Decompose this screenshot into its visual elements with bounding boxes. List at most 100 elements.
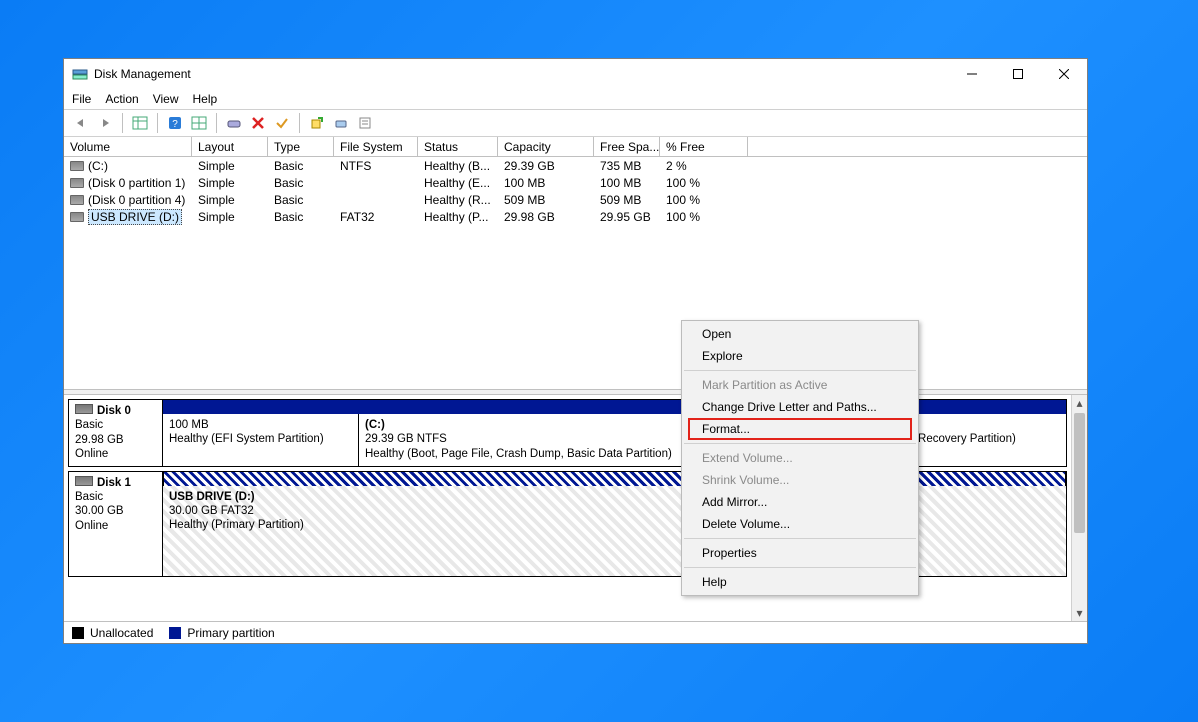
volume-pct: 100 % (660, 193, 748, 207)
disk-graphical-view: Disk 0 Basic 29.98 GB Online 100 MB Heal… (64, 395, 1087, 621)
legend-primary: Primary partition (169, 626, 274, 640)
ctx-shrink: Shrink Volume... (682, 469, 918, 491)
volume-status: Healthy (E... (418, 176, 498, 190)
menubar: File Action View Help (64, 89, 1087, 109)
volume-layout: Simple (192, 176, 268, 190)
partition-band (163, 400, 1066, 414)
scroll-up-icon[interactable]: ▴ (1072, 395, 1087, 411)
volume-status: Healthy (B... (418, 159, 498, 173)
view-columns-icon[interactable] (129, 112, 151, 134)
ctx-separator (684, 443, 916, 444)
minimize-button[interactable] (949, 59, 995, 89)
ctx-format-highlighted[interactable]: Format... (688, 418, 912, 440)
partition-size: 30.00 GB FAT32 (169, 504, 1060, 518)
delete-icon[interactable] (247, 112, 269, 134)
view-grid-icon[interactable] (188, 112, 210, 134)
volume-pct: 100 % (660, 210, 748, 224)
ctx-separator (684, 370, 916, 371)
volume-name: (Disk 0 partition 4) (88, 193, 185, 207)
volume-capacity: 100 MB (498, 176, 594, 190)
toolbar-separator (157, 113, 158, 133)
volume-layout: Simple (192, 210, 268, 224)
volume-name: USB DRIVE (D:) (88, 209, 182, 225)
volume-status: Healthy (P... (418, 210, 498, 224)
partition-title: USB DRIVE (D:) (169, 491, 255, 503)
volume-type: Basic (268, 210, 334, 224)
volume-type: Basic (268, 193, 334, 207)
partition[interactable]: 100 MB Healthy (EFI System Partition) (163, 414, 359, 466)
volume-capacity: 29.98 GB (498, 210, 594, 224)
disk-size: 29.98 GB (75, 433, 156, 447)
ctx-add-mirror[interactable]: Add Mirror... (682, 491, 918, 513)
disk-icon (75, 404, 93, 414)
volume-row-selected[interactable]: USB DRIVE (D:) Simple Basic FAT32 Health… (64, 208, 1087, 225)
ctx-separator (684, 538, 916, 539)
maximize-button[interactable] (995, 59, 1041, 89)
volume-row[interactable]: (Disk 0 partition 1) Simple Basic Health… (64, 174, 1087, 191)
ctx-mark-active: Mark Partition as Active (682, 374, 918, 396)
help-icon[interactable]: ? (164, 112, 186, 134)
scroll-thumb[interactable] (1074, 413, 1085, 533)
legend-unallocated: Unallocated (72, 626, 153, 640)
volume-pct: 2 % (660, 159, 748, 173)
volume-icon (70, 161, 84, 171)
properties-icon[interactable] (354, 112, 376, 134)
titlebar: Disk Management (64, 59, 1087, 89)
volume-row[interactable]: (Disk 0 partition 4) Simple Basic Health… (64, 191, 1087, 208)
ctx-properties[interactable]: Properties (682, 542, 918, 564)
scroll-down-icon[interactable]: ▾ (1072, 605, 1087, 621)
ctx-change-letter[interactable]: Change Drive Letter and Paths... (682, 396, 918, 418)
menu-view[interactable]: View (153, 92, 179, 106)
volume-capacity: 509 MB (498, 193, 594, 207)
ctx-explore[interactable]: Explore (682, 345, 918, 367)
partition-selected[interactable]: USB DRIVE (D:) 30.00 GB FAT32 Healthy (P… (163, 486, 1066, 576)
window-controls (949, 59, 1087, 89)
menu-help[interactable]: Help (193, 92, 218, 106)
volume-name: (C:) (88, 159, 108, 173)
volume-layout: Simple (192, 193, 268, 207)
back-button[interactable] (70, 112, 92, 134)
volume-row[interactable]: (C:) Simple Basic NTFS Healthy (B... 29.… (64, 157, 1087, 174)
disk-name: Disk 1 (97, 477, 131, 489)
volume-layout: Simple (192, 159, 268, 173)
col-filesystem[interactable]: File System (334, 137, 418, 156)
partition-status: Healthy (EFI System Partition) (169, 432, 352, 446)
eject-icon[interactable] (330, 112, 352, 134)
forward-button[interactable] (94, 112, 116, 134)
col-freespace[interactable]: Free Spa... (594, 137, 660, 156)
refresh-icon[interactable] (223, 112, 245, 134)
volume-type: Basic (268, 159, 334, 173)
menu-action[interactable]: Action (105, 92, 138, 106)
menu-file[interactable]: File (72, 92, 91, 106)
partition-band-selected (163, 472, 1066, 486)
ctx-delete-volume[interactable]: Delete Volume... (682, 513, 918, 535)
ctx-open[interactable]: Open (682, 323, 918, 345)
volume-free: 100 MB (594, 176, 660, 190)
partition-title: (C:) (365, 419, 385, 431)
volume-icon (70, 195, 84, 205)
new-volume-icon[interactable] (306, 112, 328, 134)
svg-text:?: ? (172, 119, 178, 130)
col-volume[interactable]: Volume (64, 137, 192, 156)
app-icon (72, 67, 88, 81)
disk-icon (75, 476, 93, 486)
col-spacer (748, 137, 1087, 156)
close-button[interactable] (1041, 59, 1087, 89)
disk-status: Online (75, 447, 156, 461)
col-status[interactable]: Status (418, 137, 498, 156)
ctx-extend: Extend Volume... (682, 447, 918, 469)
vertical-scrollbar[interactable]: ▴ ▾ (1071, 395, 1087, 621)
toolbar-separator (299, 113, 300, 133)
disk-name: Disk 0 (97, 405, 131, 417)
col-layout[interactable]: Layout (192, 137, 268, 156)
col-pctfree[interactable]: % Free (660, 137, 748, 156)
volume-free: 29.95 GB (594, 210, 660, 224)
legend-swatch-blue (169, 627, 181, 639)
legend: Unallocated Primary partition (64, 621, 1087, 643)
col-type[interactable]: Type (268, 137, 334, 156)
toolbar: ? (64, 109, 1087, 137)
check-icon[interactable] (271, 112, 293, 134)
volume-icon (70, 212, 84, 222)
col-capacity[interactable]: Capacity (498, 137, 594, 156)
ctx-help[interactable]: Help (682, 571, 918, 593)
